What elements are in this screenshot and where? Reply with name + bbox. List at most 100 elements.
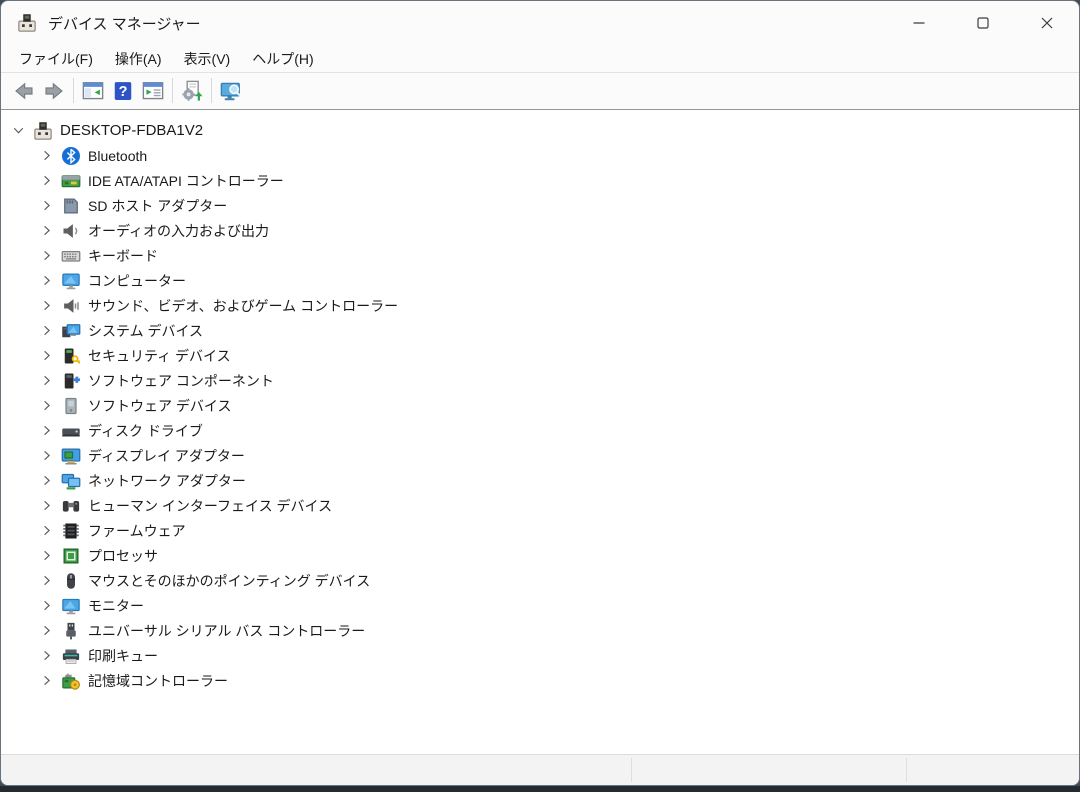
tree-item-label: SD ホスト アダプター bbox=[88, 196, 227, 216]
toolbar-separator bbox=[172, 78, 173, 103]
device-manager-window: デバイス マネージャー ファイル(F) 操作(A) 表示(V) ヘルプ(H) ?… bbox=[0, 0, 1080, 786]
console-tree-icon bbox=[82, 80, 104, 102]
sd-card-icon bbox=[61, 196, 81, 216]
tree-item[interactable]: ソフトウェア デバイス bbox=[1, 393, 1079, 418]
bluetooth-icon bbox=[61, 146, 81, 166]
chevron-right-icon[interactable] bbox=[35, 397, 57, 415]
window-title: デバイス マネージャー bbox=[48, 13, 201, 34]
chevron-right-icon[interactable] bbox=[35, 297, 57, 315]
tree-item-label: サウンド、ビデオ、およびゲーム コントローラー bbox=[88, 296, 398, 316]
tree-item-label: コンピューター bbox=[88, 271, 186, 291]
tree-item[interactable]: ファームウェア bbox=[1, 518, 1079, 543]
toolbar-properties-button[interactable] bbox=[138, 76, 168, 105]
tree-item[interactable]: SD ホスト アダプター bbox=[1, 193, 1079, 218]
sound-controller-icon bbox=[61, 296, 81, 316]
menu-file[interactable]: ファイル(F) bbox=[8, 46, 104, 72]
monitor-icon bbox=[61, 596, 81, 616]
chevron-right-icon[interactable] bbox=[35, 647, 57, 665]
tree-item[interactable]: サウンド、ビデオ、およびゲーム コントローラー bbox=[1, 293, 1079, 318]
chevron-right-icon[interactable] bbox=[35, 222, 57, 240]
tree-item[interactable]: システム デバイス bbox=[1, 318, 1079, 343]
chevron-right-icon[interactable] bbox=[35, 147, 57, 165]
chevron-right-icon[interactable] bbox=[35, 172, 57, 190]
maximize-button[interactable] bbox=[951, 1, 1015, 45]
tree-item[interactable]: セキュリティ デバイス bbox=[1, 343, 1079, 368]
tree-item[interactable]: ディスプレイ アダプター bbox=[1, 443, 1079, 468]
storage-controller-icon bbox=[61, 671, 81, 691]
tree-item[interactable]: マウスとそのほかのポインティング デバイス bbox=[1, 568, 1079, 593]
tree-item-label: マウスとそのほかのポインティング デバイス bbox=[88, 571, 370, 591]
tree-item[interactable]: ユニバーサル シリアル バス コントローラー bbox=[1, 618, 1079, 643]
chevron-right-icon[interactable] bbox=[35, 522, 57, 540]
tree-item-label: ヒューマン インターフェイス デバイス bbox=[88, 496, 332, 516]
close-button[interactable] bbox=[1015, 1, 1079, 45]
chevron-right-icon[interactable] bbox=[35, 497, 57, 515]
tree-item[interactable]: オーディオの入力および出力 bbox=[1, 218, 1079, 243]
usb-controller-icon bbox=[61, 621, 81, 641]
menu-help[interactable]: ヘルプ(H) bbox=[241, 46, 324, 72]
firmware-icon bbox=[61, 521, 81, 541]
chevron-right-icon[interactable] bbox=[35, 347, 57, 365]
chevron-right-icon[interactable] bbox=[35, 247, 57, 265]
chevron-down-icon[interactable] bbox=[7, 122, 29, 140]
tree-item[interactable]: ソフトウェア コンポーネント bbox=[1, 368, 1079, 393]
system-devices-icon bbox=[61, 321, 81, 341]
menu-action[interactable]: 操作(A) bbox=[104, 46, 173, 72]
chevron-right-icon[interactable] bbox=[35, 372, 57, 390]
security-device-icon bbox=[61, 346, 81, 366]
tree-item[interactable]: モニター bbox=[1, 593, 1079, 618]
tree-item[interactable]: コンピューター bbox=[1, 268, 1079, 293]
tree-item-label: ディスプレイ アダプター bbox=[88, 446, 245, 466]
minimize-button[interactable] bbox=[887, 1, 951, 45]
background-behind-window bbox=[0, 786, 1080, 792]
svg-text:?: ? bbox=[119, 84, 128, 100]
toolbar-help-button[interactable]: ? bbox=[108, 76, 138, 105]
tree-item-label: 記憶域コントローラー bbox=[88, 671, 228, 691]
tree-item-label: ソフトウェア コンポーネント bbox=[88, 371, 274, 391]
chevron-right-icon[interactable] bbox=[35, 622, 57, 640]
keyboard-icon bbox=[61, 246, 81, 266]
chevron-right-icon[interactable] bbox=[35, 322, 57, 340]
software-component-icon bbox=[61, 371, 81, 391]
tree-item[interactable]: IDE ATA/ATAPI コントローラー bbox=[1, 168, 1079, 193]
chevron-right-icon[interactable] bbox=[35, 597, 57, 615]
chevron-right-icon[interactable] bbox=[35, 272, 57, 290]
scan-hardware-icon bbox=[181, 80, 203, 102]
tree-item[interactable]: ディスク ドライブ bbox=[1, 418, 1079, 443]
tree-item[interactable]: プロセッサ bbox=[1, 543, 1079, 568]
monitor-search-icon bbox=[220, 80, 242, 102]
arrow-left-icon bbox=[13, 80, 35, 102]
tree-root-item[interactable]: DESKTOP-FDBA1V2 bbox=[1, 118, 1079, 143]
toolbar-back-button[interactable] bbox=[9, 76, 39, 105]
tree-item-label: ソフトウェア デバイス bbox=[88, 396, 231, 416]
tree-item[interactable]: ネットワーク アダプター bbox=[1, 468, 1079, 493]
network-adapter-icon bbox=[61, 471, 81, 491]
chevron-right-icon[interactable] bbox=[35, 572, 57, 590]
chevron-right-icon[interactable] bbox=[35, 672, 57, 690]
chevron-right-icon[interactable] bbox=[35, 197, 57, 215]
chevron-right-icon[interactable] bbox=[35, 547, 57, 565]
tree-item[interactable]: Bluetooth bbox=[1, 143, 1079, 168]
tree-item[interactable]: 記憶域コントローラー bbox=[1, 668, 1079, 693]
tree-item-label: キーボード bbox=[88, 246, 158, 266]
chevron-right-icon[interactable] bbox=[35, 472, 57, 490]
toolbar-separator bbox=[73, 78, 74, 103]
chevron-right-icon[interactable] bbox=[35, 422, 57, 440]
tree-item-label: システム デバイス bbox=[88, 321, 203, 341]
chevron-right-icon[interactable] bbox=[35, 447, 57, 465]
tree-item-label: IDE ATA/ATAPI コントローラー bbox=[88, 171, 284, 191]
computer-device-icon bbox=[33, 121, 53, 141]
tree-item-label: セキュリティ デバイス bbox=[88, 346, 231, 366]
display-adapter-icon bbox=[61, 446, 81, 466]
tree-item[interactable]: 印刷キュー bbox=[1, 643, 1079, 668]
tree-item[interactable]: キーボード bbox=[1, 243, 1079, 268]
toolbar-show-hide-console-tree-button[interactable] bbox=[78, 76, 108, 105]
tree-item[interactable]: ヒューマン インターフェイス デバイス bbox=[1, 493, 1079, 518]
toolbar-forward-button[interactable] bbox=[39, 76, 69, 105]
toolbar-scan-for-hardware-changes-button[interactable] bbox=[177, 76, 207, 105]
toolbar-device-search-button[interactable] bbox=[216, 76, 246, 105]
title-bar: デバイス マネージャー bbox=[1, 1, 1079, 45]
menu-view[interactable]: 表示(V) bbox=[173, 46, 242, 72]
ide-controller-icon bbox=[61, 171, 81, 191]
tree-item-label: オーディオの入力および出力 bbox=[88, 221, 269, 241]
